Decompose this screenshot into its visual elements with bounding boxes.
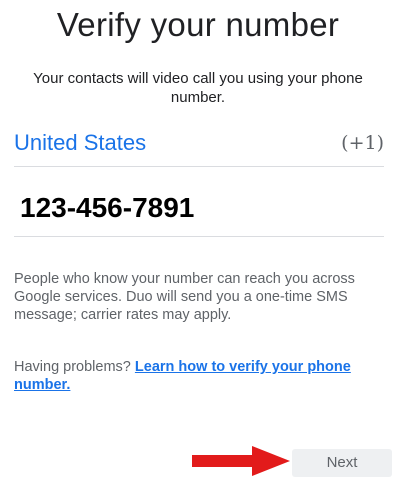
page-subtitle: Your contacts will video call you using … xyxy=(33,70,363,106)
arrow-head xyxy=(252,446,290,476)
phone-number-input[interactable] xyxy=(20,192,360,224)
help-prefix: Having problems? xyxy=(14,359,131,375)
verify-number-screen: Verify your number Your contacts will vi… xyxy=(0,0,396,477)
info-text: People who know your number can reach yo… xyxy=(14,271,355,323)
country-code: (+1) xyxy=(341,132,384,154)
next-button[interactable]: Next xyxy=(292,449,392,477)
arrow-shaft xyxy=(192,455,256,467)
phone-field[interactable] xyxy=(14,186,384,237)
country-name[interactable]: United States xyxy=(14,130,146,156)
country-selector[interactable]: United States (+1) xyxy=(14,126,384,167)
help-text: Having problems? Learn how to verify you… xyxy=(14,358,384,394)
red-arrow-icon xyxy=(192,446,290,476)
page-title: Verify your number xyxy=(56,6,340,43)
